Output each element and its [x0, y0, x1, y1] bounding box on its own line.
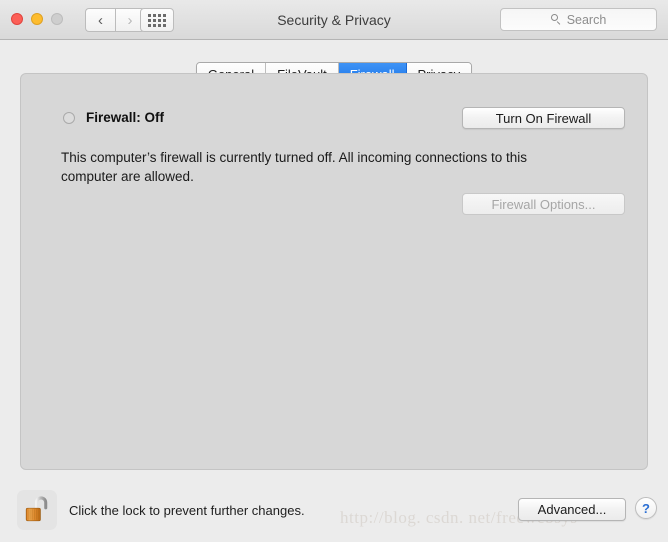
firewall-status-label: Firewall: Off: [86, 110, 165, 125]
back-button[interactable]: ‹: [85, 8, 115, 32]
close-button[interactable]: [11, 13, 23, 25]
firewall-panel: Firewall: Off Turn On Firewall This comp…: [20, 73, 648, 470]
lock-area: Click the lock to prevent further change…: [17, 490, 305, 530]
lock-button[interactable]: [17, 490, 57, 530]
traffic-light-group: [11, 13, 63, 25]
navigation-buttons: ‹ ›: [85, 8, 145, 32]
zoom-button: [51, 13, 63, 25]
search-placeholder: Search: [566, 12, 607, 27]
firewall-description: This computer’s firewall is currently tu…: [61, 150, 527, 184]
search-input[interactable]: Search: [500, 8, 657, 31]
search-icon: [550, 14, 562, 25]
minimize-button[interactable]: [31, 13, 43, 25]
firewall-status-row: Firewall: Off: [63, 110, 164, 125]
unlocked-padlock-icon: [25, 496, 48, 522]
grid-icon: [148, 13, 166, 27]
firewall-options-button: Firewall Options...: [462, 193, 625, 215]
status-indicator-icon: [63, 111, 75, 124]
chevron-right-icon: ›: [127, 11, 133, 29]
chevron-left-icon: ‹: [98, 11, 103, 29]
show-all-button[interactable]: [140, 8, 174, 32]
preferences-window: ‹ › Security & Privacy Search General Fi…: [0, 0, 668, 542]
lock-caption: Click the lock to prevent further change…: [69, 502, 305, 518]
advanced-button[interactable]: Advanced...: [518, 498, 626, 521]
help-button[interactable]: ?: [635, 497, 657, 519]
turn-on-firewall-button[interactable]: Turn On Firewall: [462, 107, 625, 129]
window-titlebar: ‹ › Security & Privacy Search: [0, 0, 668, 40]
